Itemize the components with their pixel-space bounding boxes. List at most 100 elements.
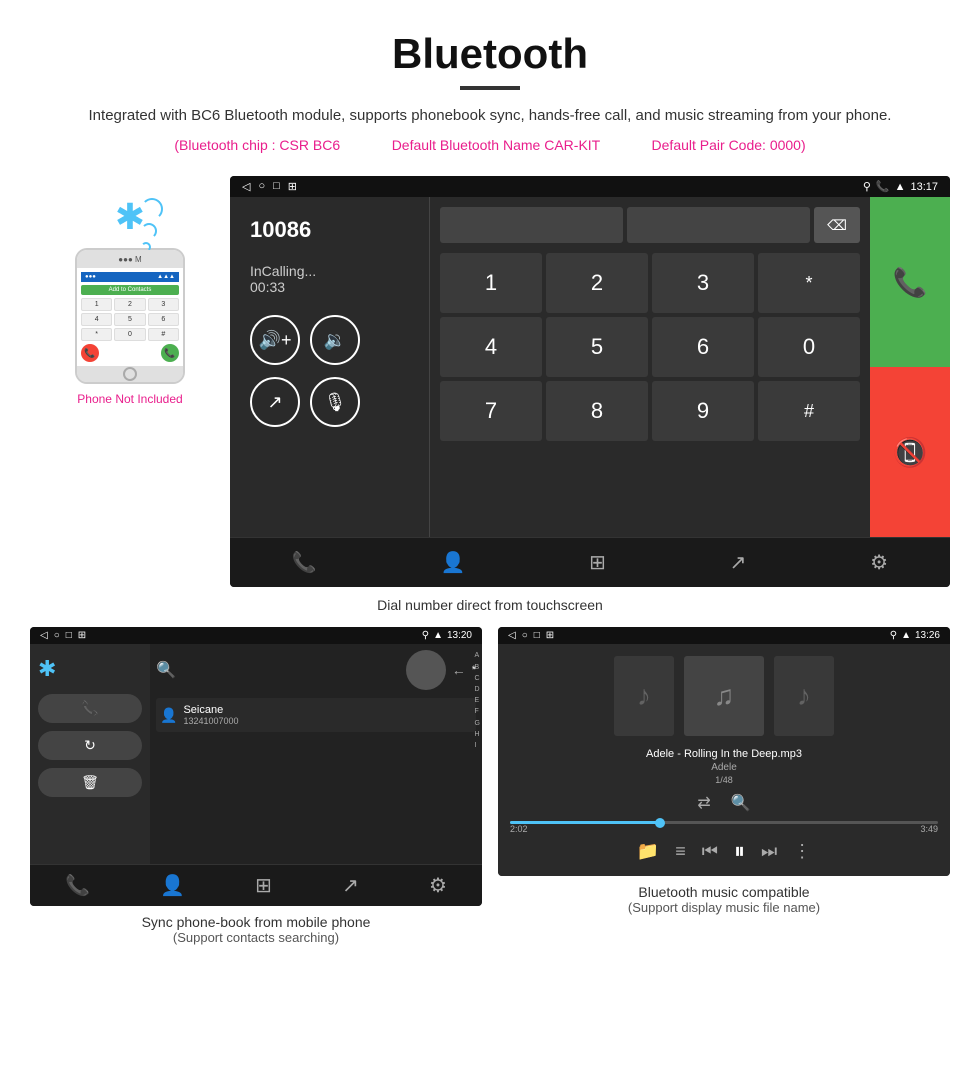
folder-icon[interactable]: 📁 [637, 841, 659, 862]
dial-key-5[interactable]: 5 [546, 317, 648, 377]
dialpad-field-2[interactable] [627, 207, 810, 243]
play-pause-button[interactable]: ⏸ [734, 838, 745, 864]
pb-left-panel: ✱ 📞 ↻ 🗑 [30, 644, 150, 864]
pb-nav-contacts-icon[interactable]: 👤 [160, 873, 185, 898]
dial-key-9[interactable]: 9 [652, 381, 754, 441]
spec-chip: (Bluetooth chip : CSR BC6 [174, 137, 340, 153]
call-controls: 🔊+ 🔉 ↗ 🎙 [250, 315, 409, 427]
pb-contact-number: 13241007000 [183, 716, 472, 726]
backspace-button[interactable]: ⌫ [814, 207, 860, 243]
pb-time: 13:20 [447, 630, 472, 641]
progress-bar-background [510, 821, 938, 824]
pb-alpha-f: F [475, 706, 480, 717]
dialpad-field-1[interactable] [440, 207, 623, 243]
back-nav-icon[interactable]: ◁ [242, 180, 250, 193]
pb-sync-button[interactable]: ↻ [38, 731, 142, 760]
dial-key-1[interactable]: 1 [440, 253, 542, 313]
progress-dot[interactable] [655, 818, 665, 828]
pb-delete-button[interactable]: 🗑 [38, 768, 142, 797]
dial-key-7[interactable]: 7 [440, 381, 542, 441]
dial-key-0[interactable]: 0 [758, 317, 860, 377]
call-timer: 00:33 [250, 279, 409, 295]
pb-right-panel: 🔍 ← * 👤 Seicane 13241007000 A [150, 644, 482, 864]
phone-carrier: ●●● [85, 274, 96, 280]
equalizer-icon[interactable]: ⋮ [793, 841, 811, 862]
pb-nav-transfer-icon[interactable]: ↗ [342, 873, 359, 898]
dial-key-8[interactable]: 8 [546, 381, 648, 441]
pb-status-right: ⚲ ▲ 13:20 [422, 630, 472, 641]
nav-dialpad-icon[interactable]: ⊞ [589, 550, 606, 575]
music-track-count: 1/48 [646, 775, 802, 785]
dial-key-3[interactable]: 3 [652, 253, 754, 313]
dial-key-star[interactable]: * [758, 253, 860, 313]
mute-button[interactable]: 🎙 [310, 377, 360, 427]
volume-up-button[interactable]: 🔊+ [250, 315, 300, 365]
recents-nav-icon[interactable]: □ [273, 180, 280, 193]
pb-home-icon[interactable]: ○ [54, 630, 60, 641]
nav-settings-icon[interactable]: ⚙ [870, 550, 888, 575]
pb-contact-row[interactable]: 👤 Seicane 13241007000 [156, 698, 476, 732]
dial-key-hash[interactable]: # [758, 381, 860, 441]
phone-key-hash: # [148, 328, 179, 341]
dialpad-input-row: ⌫ [440, 207, 860, 243]
phone-answer-icon: 📞 [161, 344, 179, 362]
prev-track-icon[interactable]: ⏮ [702, 841, 718, 862]
music-screenshot-icon[interactable]: ⊞ [546, 630, 554, 641]
phonebook-caption-sub: (Support contacts searching) [30, 930, 482, 945]
pb-alpha-a: A [475, 650, 480, 661]
pb-alpha-list: A B C D E F G H I [475, 650, 482, 751]
pb-alpha-e: E [475, 695, 480, 706]
transfer-call-button[interactable]: ↗ [250, 377, 300, 427]
pb-avatar-circle [406, 650, 446, 690]
dial-key-2[interactable]: 2 [546, 253, 648, 313]
music-home-icon[interactable]: ○ [522, 630, 528, 641]
car-nav-buttons: ◁ ○ □ ⊞ [242, 180, 297, 193]
pb-call-button[interactable]: 📞 [38, 694, 142, 723]
pb-nav-grid-icon[interactable]: ⊞ [255, 873, 272, 898]
pb-back-icon[interactable]: ◁ [40, 630, 48, 641]
pb-nav-phone-icon[interactable]: 📞 [65, 873, 90, 898]
call-right-panel: 📞 📵 [870, 197, 950, 537]
pb-nav-settings-icon[interactable]: ⚙ [429, 873, 447, 898]
screenshot-icon[interactable]: ⊞ [288, 180, 297, 193]
bluetooth-icon-container: ✱ [115, 196, 145, 238]
call-left-panel: 10086 InCalling... 00:33 🔊+ 🔉 ↗ 🎙 [230, 197, 430, 537]
dial-key-4[interactable]: 4 [440, 317, 542, 377]
music-caption-main: Bluetooth music compatible [498, 876, 950, 900]
pb-contact-person-icon: 👤 [160, 707, 177, 724]
call-screen: 10086 InCalling... 00:33 🔊+ 🔉 ↗ 🎙 [230, 197, 950, 537]
next-track-icon[interactable]: ⏭ [761, 841, 777, 862]
music-content: ♪ ♫ ♪ Adele - Rolling In the Deep.mp3 Ad… [498, 644, 950, 876]
music-back-icon[interactable]: ◁ [508, 630, 516, 641]
playlist-icon[interactable]: ≡ [675, 841, 686, 862]
music-recents-icon[interactable]: □ [534, 630, 540, 641]
nav-phone-icon[interactable]: 📞 [292, 550, 317, 575]
pb-location-icon: ⚲ [422, 630, 429, 641]
search-music-icon[interactable]: 🔍 [731, 793, 751, 813]
spec-name: Default Bluetooth Name CAR-KIT [392, 137, 600, 153]
shuffle-icon[interactable]: ⇄ [697, 793, 710, 813]
dialpad-grid: 1 2 3 * 4 5 6 0 7 8 9 # [440, 253, 860, 441]
album-art-prev: ♪ [614, 656, 674, 736]
pb-search-icon[interactable]: 🔍 [156, 660, 176, 680]
volume-down-button[interactable]: 🔉 [310, 315, 360, 365]
call-decline-button[interactable]: 📵 [870, 367, 950, 537]
page-title: Bluetooth [20, 30, 960, 78]
pb-back-arrow-icon[interactable]: ← [452, 662, 466, 678]
phone-key-6: 6 [148, 313, 179, 326]
nav-contacts-icon[interactable]: 👤 [441, 550, 466, 575]
nav-transfer-icon[interactable]: ↗ [730, 550, 747, 575]
location-icon: ⚲ [863, 180, 871, 193]
pb-screenshot-icon[interactable]: ⊞ [78, 630, 86, 641]
phone-top-bar: ●●● M [77, 250, 183, 268]
album-art-next: ♪ [774, 656, 834, 736]
pb-bluetooth-icon: ✱ [38, 656, 142, 682]
dial-key-6[interactable]: 6 [652, 317, 754, 377]
call-accept-button[interactable]: 📞 [870, 197, 950, 367]
pb-recents-icon[interactable]: □ [66, 630, 72, 641]
home-nav-icon[interactable]: ○ [258, 180, 265, 193]
phone-key-1: 1 [81, 298, 112, 311]
music-info: Adele - Rolling In the Deep.mp3 Adele 1/… [646, 748, 802, 785]
car-status-right: ⚲ 📞 ▲ 13:17 [863, 180, 938, 193]
main-screen-section: ✱ ●●● M ●●● ▲▲▲ Add to Contacts 1 2 [0, 166, 980, 587]
